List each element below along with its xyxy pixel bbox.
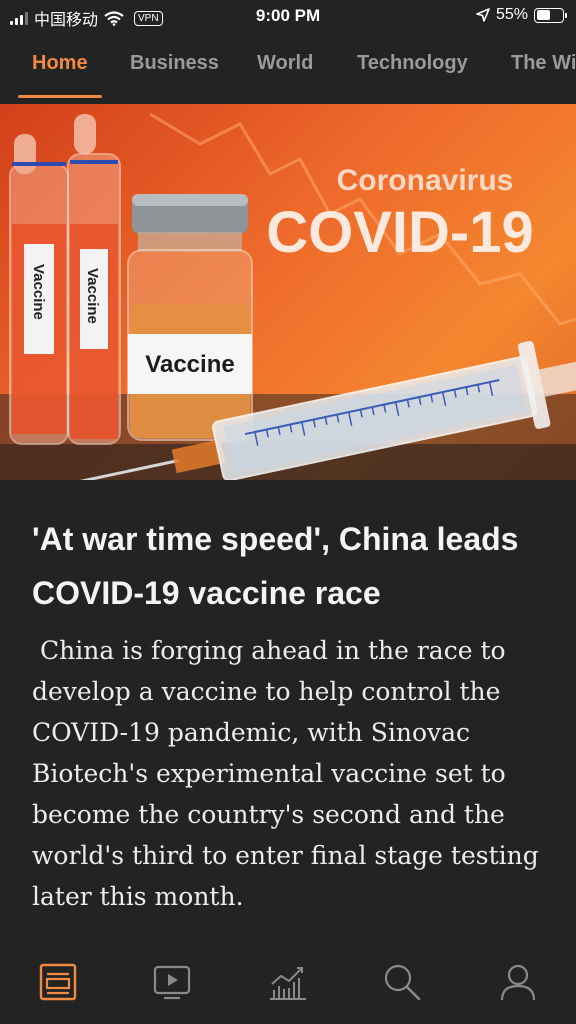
nav-news-button[interactable]: [36, 960, 80, 1004]
tab-technology[interactable]: Technology: [357, 52, 468, 75]
tab-world[interactable]: World: [257, 52, 313, 75]
tab-the-wire[interactable]: The Wi: [511, 52, 576, 75]
nav-video-button[interactable]: [150, 960, 194, 1004]
location-arrow-icon: [476, 8, 490, 22]
battery-fill: [536, 10, 551, 20]
ampoule-label: Vaccine: [30, 264, 47, 320]
hero-overlay-title: Coronavirus: [337, 164, 514, 197]
category-tabs: Home Business World Technology The Wi: [0, 34, 576, 98]
video-icon: [153, 965, 191, 1000]
nav-search-button[interactable]: [380, 960, 424, 1004]
nav-profile-button[interactable]: [496, 960, 540, 1004]
bottom-nav: [0, 948, 576, 1024]
tab-home[interactable]: Home: [32, 52, 88, 75]
profile-icon: [500, 964, 536, 1001]
search-icon: [384, 964, 421, 1001]
news-icon: [39, 963, 77, 1001]
hero-image[interactable]: Coronavirus COVID-19 Vaccine Vaccine Vac…: [0, 104, 576, 480]
article-summary[interactable]: China is forging ahead in the race to de…: [32, 630, 554, 917]
vaccine-vial: [127, 194, 253, 441]
nav-markets-button[interactable]: [266, 960, 310, 1004]
vial-label: Vaccine: [145, 351, 234, 378]
ampoule-label-2: Vaccine: [84, 268, 101, 324]
hero-overlay-subtitle: COVID-19: [266, 200, 534, 265]
status-right: 55%: [476, 6, 567, 24]
battery-icon: [534, 7, 567, 23]
active-tab-indicator: [18, 95, 102, 98]
status-bar: 中国移动 VPN 9:00 PM 55%: [0, 0, 576, 34]
article-headline[interactable]: 'At war time speed', China leads COVID-1…: [32, 512, 552, 620]
tab-business[interactable]: Business: [130, 52, 219, 75]
markets-icon: [270, 967, 306, 1000]
hero-illustration: Coronavirus COVID-19 Vaccine Vaccine Vac…: [0, 112, 576, 480]
battery-percent: 55%: [495, 6, 528, 23]
